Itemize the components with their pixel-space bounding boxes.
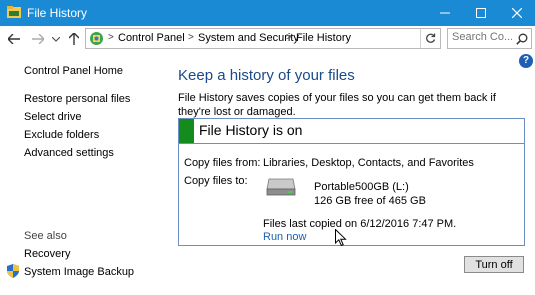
see-also-heading: See also <box>24 230 67 242</box>
copy-from-label: Copy files from: <box>184 157 261 169</box>
breadcrumb-separator: > <box>286 32 292 43</box>
status-header: File History is on <box>179 119 524 144</box>
copy-from-value: Libraries, Desktop, Contacts, and Favori… <box>263 157 474 169</box>
page-title: Keep a history of your files <box>178 67 355 84</box>
address-field[interactable]: > Control Panel > System and Security > … <box>85 28 441 49</box>
forward-button[interactable] <box>30 31 46 47</box>
drive-name: Portable500GB (L:) <box>314 181 409 193</box>
maximize-icon <box>476 8 486 18</box>
up-arrow-icon <box>69 33 79 45</box>
last-copied-text: Files last copied on 6/12/2016 7:47 PM. <box>263 218 457 230</box>
mouse-pointer-icon <box>335 228 347 252</box>
breadcrumb-system-security[interactable]: System and Security <box>198 32 299 44</box>
help-button[interactable]: ? <box>519 54 533 68</box>
close-button[interactable] <box>499 0 535 26</box>
run-now-link[interactable]: Run now <box>263 231 306 243</box>
breadcrumb-control-panel[interactable]: Control Panel <box>118 32 185 44</box>
see-also-recovery[interactable]: Recovery <box>24 248 70 260</box>
title-bar: File History <box>0 0 535 26</box>
left-pane: Control Panel Home Restore personal file… <box>0 52 163 295</box>
control-panel-icon <box>89 31 104 46</box>
drive-icon <box>266 177 296 202</box>
sidebar-item-restore-personal-files[interactable]: Restore personal files <box>24 93 130 105</box>
sidebar-item-control-panel-home[interactable]: Control Panel Home <box>24 65 123 77</box>
help-icon: ? <box>522 55 530 66</box>
breadcrumb-file-history[interactable]: File History <box>296 32 351 44</box>
back-button[interactable] <box>6 31 22 47</box>
close-icon <box>512 8 522 18</box>
page-description: File History saves copies of your files … <box>178 92 496 118</box>
search-input[interactable] <box>452 31 512 43</box>
back-arrow-icon <box>8 34 20 44</box>
shield-icon <box>7 264 19 283</box>
breadcrumb-separator: > <box>108 32 114 43</box>
minimize-button[interactable] <box>427 0 463 26</box>
turn-off-button[interactable]: Turn off <box>464 256 524 273</box>
status-title: File History is on <box>199 122 303 138</box>
search-icon[interactable] <box>516 32 528 50</box>
forward-arrow-icon <box>32 34 44 44</box>
sidebar-item-exclude-folders[interactable]: Exclude folders <box>24 129 99 141</box>
refresh-button[interactable] <box>420 29 440 48</box>
search-box[interactable] <box>447 28 532 49</box>
copy-to-label: Copy files to: <box>184 175 248 187</box>
file-history-icon <box>7 6 21 19</box>
address-bar: > Control Panel > System and Security > … <box>0 26 535 52</box>
sidebar-item-advanced-settings[interactable]: Advanced settings <box>24 147 114 159</box>
window-title: File History <box>27 6 88 20</box>
up-button[interactable] <box>66 31 82 47</box>
maximize-button[interactable] <box>463 0 499 26</box>
sidebar-item-select-drive[interactable]: Select drive <box>24 111 81 123</box>
breadcrumb-separator: > <box>188 32 194 43</box>
refresh-icon <box>426 33 436 43</box>
status-panel: File History is on Copy files from: Libr… <box>178 118 525 246</box>
chevron-down-icon <box>52 36 60 42</box>
minimize-icon <box>440 12 450 14</box>
status-indicator <box>179 119 194 143</box>
see-also-system-image-backup[interactable]: System Image Backup <box>24 266 134 278</box>
drive-space: 126 GB free of 465 GB <box>314 195 426 207</box>
recent-locations-button[interactable] <box>50 31 62 47</box>
